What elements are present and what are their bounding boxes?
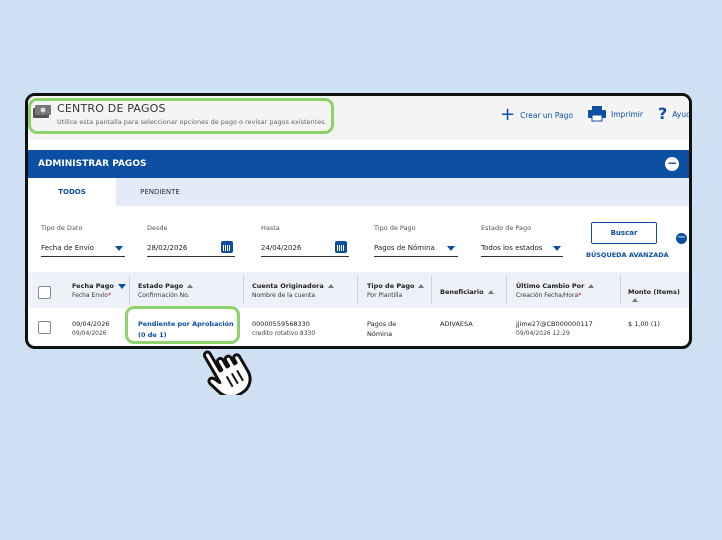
section-title: ADMINISTRAR PAGOS (38, 159, 147, 169)
filter-label-hasta: Hasta (261, 224, 280, 232)
printer-icon (588, 106, 606, 122)
column-divider (129, 276, 130, 304)
desde-date-input[interactable]: 28/02/2026 (147, 244, 187, 252)
filter-label-estado-pago: Estado de Pago (481, 224, 532, 232)
chevron-down-icon (115, 246, 123, 251)
cell-beneficiario: ADIVAESA (440, 320, 473, 328)
help-label: Ayuda (672, 109, 691, 119)
column-divider (357, 276, 358, 304)
estado-pago-underline (481, 256, 563, 257)
column-beneficiario[interactable]: Beneficiario (440, 288, 494, 296)
app-window: CENTRO DE PAGOS Utilice esta pantalla pa… (25, 93, 692, 349)
tipo-dato-select[interactable]: Fecha de Envío (41, 244, 94, 252)
tab-pendiente[interactable]: PENDIENTE (116, 178, 204, 206)
filter-label-tipo-pago: Tipo de Pago (374, 224, 416, 232)
column-divider (620, 276, 621, 304)
column-tipo-pago[interactable]: Tipo de Pago Por Plantilla (367, 282, 425, 299)
help-button[interactable]: ? Ayuda (658, 104, 691, 123)
hasta-underline (261, 256, 349, 257)
sort-icon (327, 284, 334, 288)
column-divider (243, 276, 244, 304)
tab-todos[interactable]: TODOS (28, 178, 116, 206)
tipo-pago-select[interactable]: Pagos de Nómina (374, 244, 435, 252)
column-monto[interactable]: Monto (Items) (628, 288, 689, 304)
cell-monto: $ 1,00 (1) (628, 320, 660, 328)
sort-icon (487, 290, 494, 294)
tipo-dato-underline (41, 256, 125, 257)
collapse-filters-icon[interactable]: − (676, 233, 687, 244)
column-ultimo-cambio[interactable]: Último Cambio Por Creación Fecha/Hora* (516, 282, 595, 299)
print-button[interactable]: Imprimir (588, 106, 643, 122)
collapse-icon[interactable]: − (665, 157, 679, 171)
column-cuenta[interactable]: Cuenta Originadora Nombre de la cuenta (252, 282, 334, 299)
column-divider (431, 276, 432, 304)
header-bar: CENTRO DE PAGOS Utilice esta pantalla pa… (28, 96, 689, 140)
column-fecha-pago[interactable]: Fecha Pago Fecha Envío* (72, 282, 126, 299)
advanced-search-link[interactable]: BÚSQUEDA AVANZADA (586, 251, 669, 259)
column-estado-pago[interactable]: Estado Pago Confirmación No. (138, 282, 194, 299)
row-checkbox[interactable] (38, 321, 51, 334)
sort-icon (588, 284, 595, 288)
sort-icon (632, 298, 638, 302)
create-payment-button[interactable]: + Crear un Pago (500, 106, 573, 124)
select-all-checkbox[interactable] (38, 286, 51, 299)
plus-icon: + (500, 104, 516, 125)
sort-desc-icon (117, 283, 126, 289)
estado-pago-select[interactable]: Todos los estados (481, 244, 542, 252)
chevron-down-icon (553, 246, 561, 251)
sort-icon (418, 284, 425, 288)
calendar-icon[interactable] (221, 241, 233, 253)
hand-pointer-icon (203, 350, 252, 395)
column-divider (506, 276, 507, 304)
cell-tipo: Pagos de Nómina (367, 320, 397, 338)
cell-fecha: 09/04/2026 09/04/2026 (72, 320, 110, 337)
filter-label-desde: Desde (147, 224, 168, 232)
print-label: Imprimir (611, 109, 643, 119)
sort-icon (187, 284, 194, 288)
section-header: ADMINISTRAR PAGOS − (28, 150, 689, 178)
desde-underline (147, 256, 235, 257)
cell-ultimo-cambio: jjime27@CB000000117 09/04/2026 12:29 (516, 320, 593, 337)
create-payment-label: Crear un Pago (520, 110, 573, 120)
chevron-down-icon (447, 246, 455, 251)
tipo-pago-underline (374, 256, 458, 257)
tab-bar: TODOS PENDIENTE (28, 178, 689, 206)
title-highlight (28, 98, 334, 134)
calendar-icon[interactable] (335, 241, 347, 253)
hasta-date-input[interactable]: 24/04/2026 (261, 244, 301, 252)
search-button[interactable]: Buscar (591, 222, 657, 244)
filter-label-tipo-dato: Tipo de Dato (41, 224, 83, 232)
question-icon: ? (658, 104, 668, 123)
